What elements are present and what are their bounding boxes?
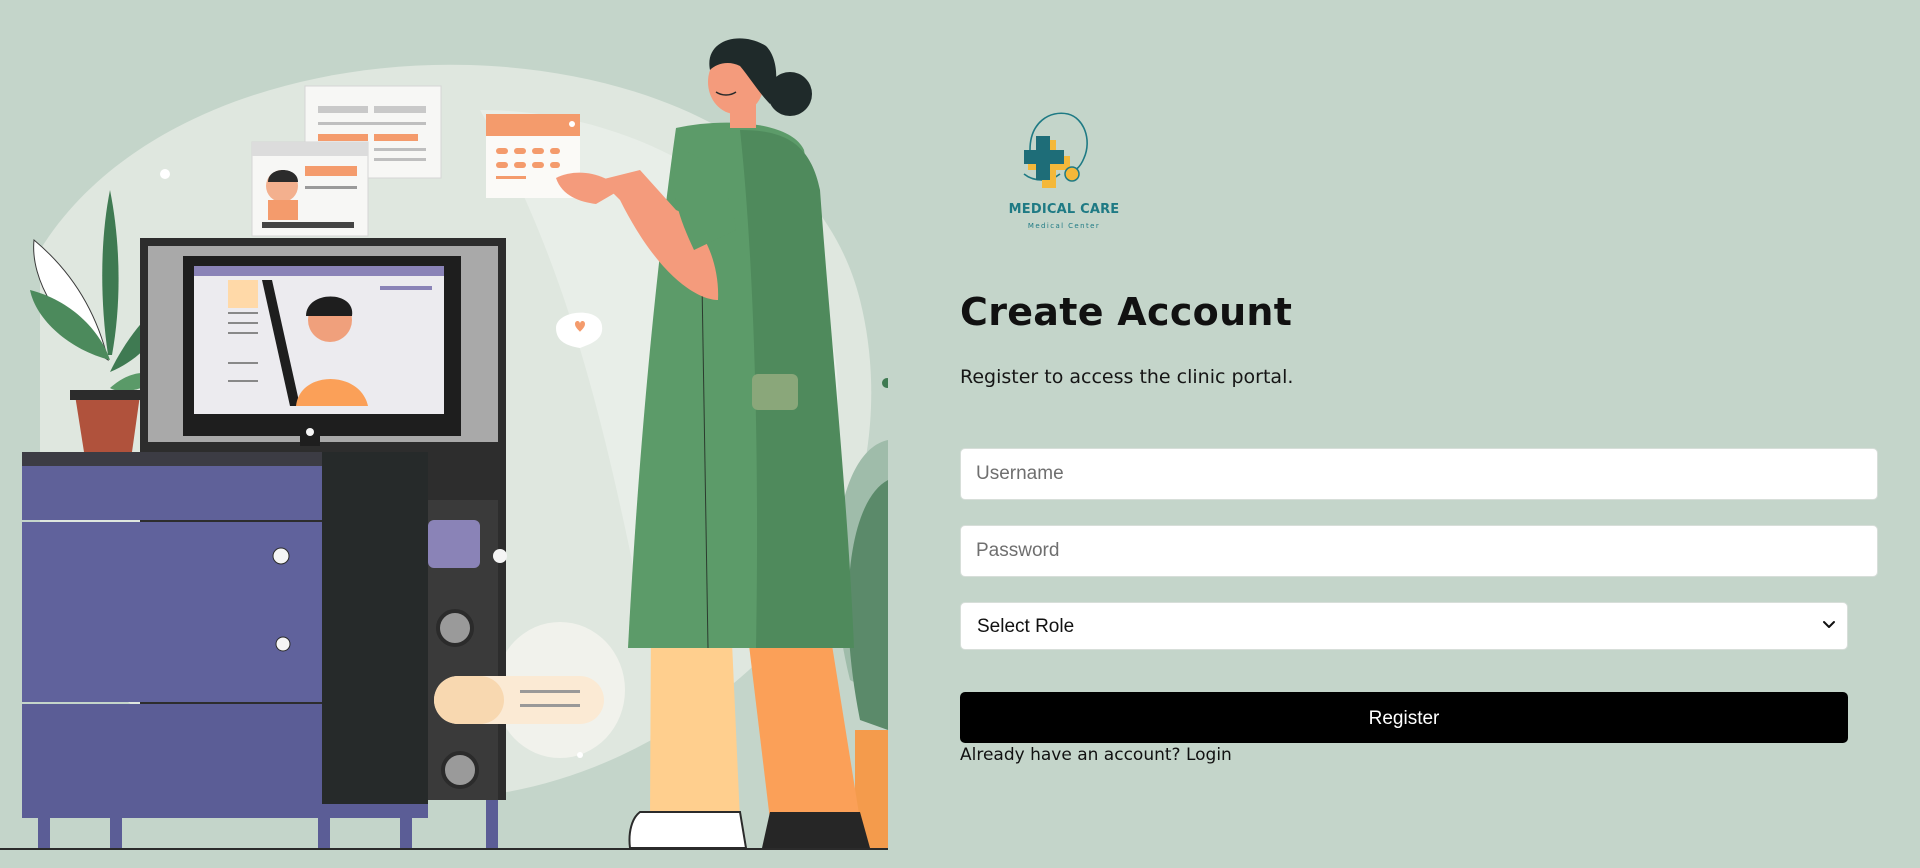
brand-tagline: Medical Center: [1027, 222, 1101, 230]
username-input[interactable]: [960, 448, 1878, 500]
sparkle-dot: [160, 169, 170, 179]
hero-illustration: [0, 0, 888, 850]
sparkle-dot: [577, 752, 583, 758]
register-page: MEDICAL CARE Medical Center Create Accou…: [0, 0, 1920, 868]
medical-cross-stethoscope-logo-icon: [1023, 112, 1088, 188]
page-subtitle: Register to access the clinic portal.: [960, 366, 1294, 388]
brand-logo: MEDICAL CARE Medical Center: [988, 108, 1140, 238]
login-link[interactable]: Login: [1186, 745, 1232, 765]
login-prompt-text: Already have an account?: [960, 745, 1181, 765]
brand-name: MEDICAL CARE: [1008, 202, 1120, 217]
illustration-svg: [0, 38, 888, 850]
blue-dresser: [22, 452, 498, 850]
role-select[interactable]: Select Role: [960, 602, 1848, 650]
register-form-panel: MEDICAL CARE Medical Center Create Accou…: [960, 0, 1880, 868]
floor-line: [0, 848, 888, 850]
wall-note-profile: [251, 141, 369, 237]
page-title: Create Account: [960, 290, 1293, 334]
password-input[interactable]: [960, 525, 1878, 577]
chevron-down-icon: [1823, 621, 1835, 628]
capsule: [434, 676, 604, 724]
login-prompt-line: Already have an account? Login: [960, 745, 1232, 765]
role-select-value: Select Role: [977, 616, 1075, 637]
register-button[interactable]: Register: [960, 692, 1848, 743]
